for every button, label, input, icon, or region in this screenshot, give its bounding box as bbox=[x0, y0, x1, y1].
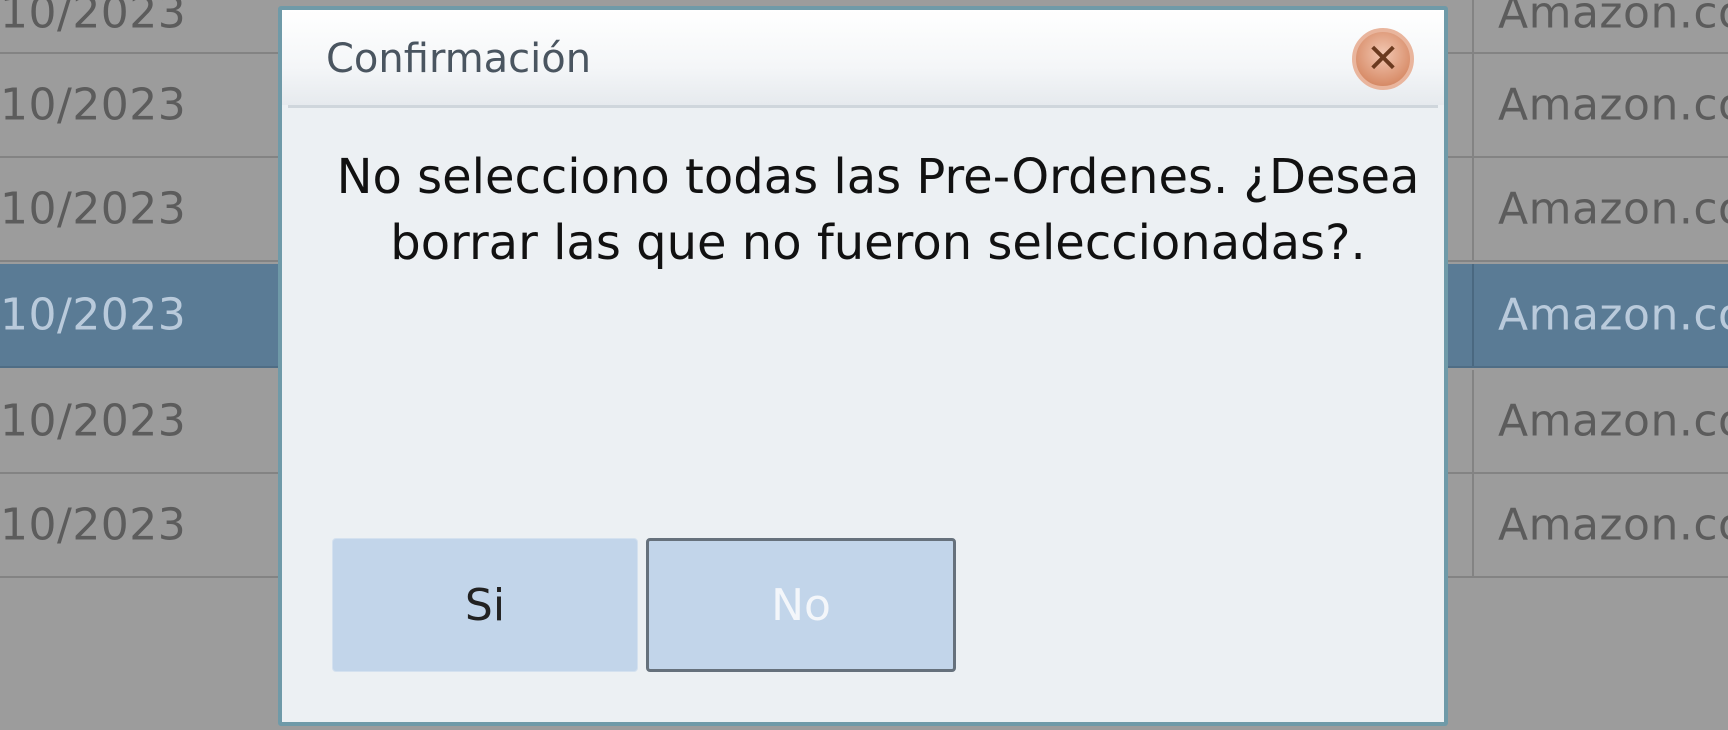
header-divider bbox=[288, 105, 1438, 108]
confirmation-dialog: Confirmación ✕ No selecciono todas las P… bbox=[278, 6, 1448, 726]
row-store: Amazon.co bbox=[1498, 289, 1728, 341]
close-button[interactable]: ✕ bbox=[1352, 28, 1414, 90]
no-button[interactable]: No bbox=[646, 538, 956, 672]
row-store: Amazon.co bbox=[1498, 79, 1728, 131]
row-date: 10/2023 bbox=[0, 395, 187, 447]
close-icon: ✕ bbox=[1366, 36, 1400, 82]
yes-button[interactable]: Si bbox=[332, 538, 638, 672]
row-store: Amazon.co bbox=[1498, 0, 1728, 39]
row-date: 10/2023 bbox=[0, 183, 187, 235]
row-store: Amazon.co bbox=[1498, 499, 1728, 551]
dialog-message: No selecciono todas las Pre-Ordenes. ¿De… bbox=[336, 149, 1420, 271]
dialog-header: Confirmación ✕ bbox=[282, 10, 1444, 105]
dialog-title: Confirmación bbox=[326, 36, 592, 82]
row-date: 10/2023 bbox=[0, 79, 187, 131]
row-date: 10/2023 bbox=[0, 0, 187, 39]
row-store: Amazon.co bbox=[1498, 395, 1728, 447]
row-date: 10/2023 bbox=[0, 499, 187, 551]
row-store: Amazon.co bbox=[1498, 183, 1728, 235]
row-date: 10/2023 bbox=[0, 289, 187, 341]
